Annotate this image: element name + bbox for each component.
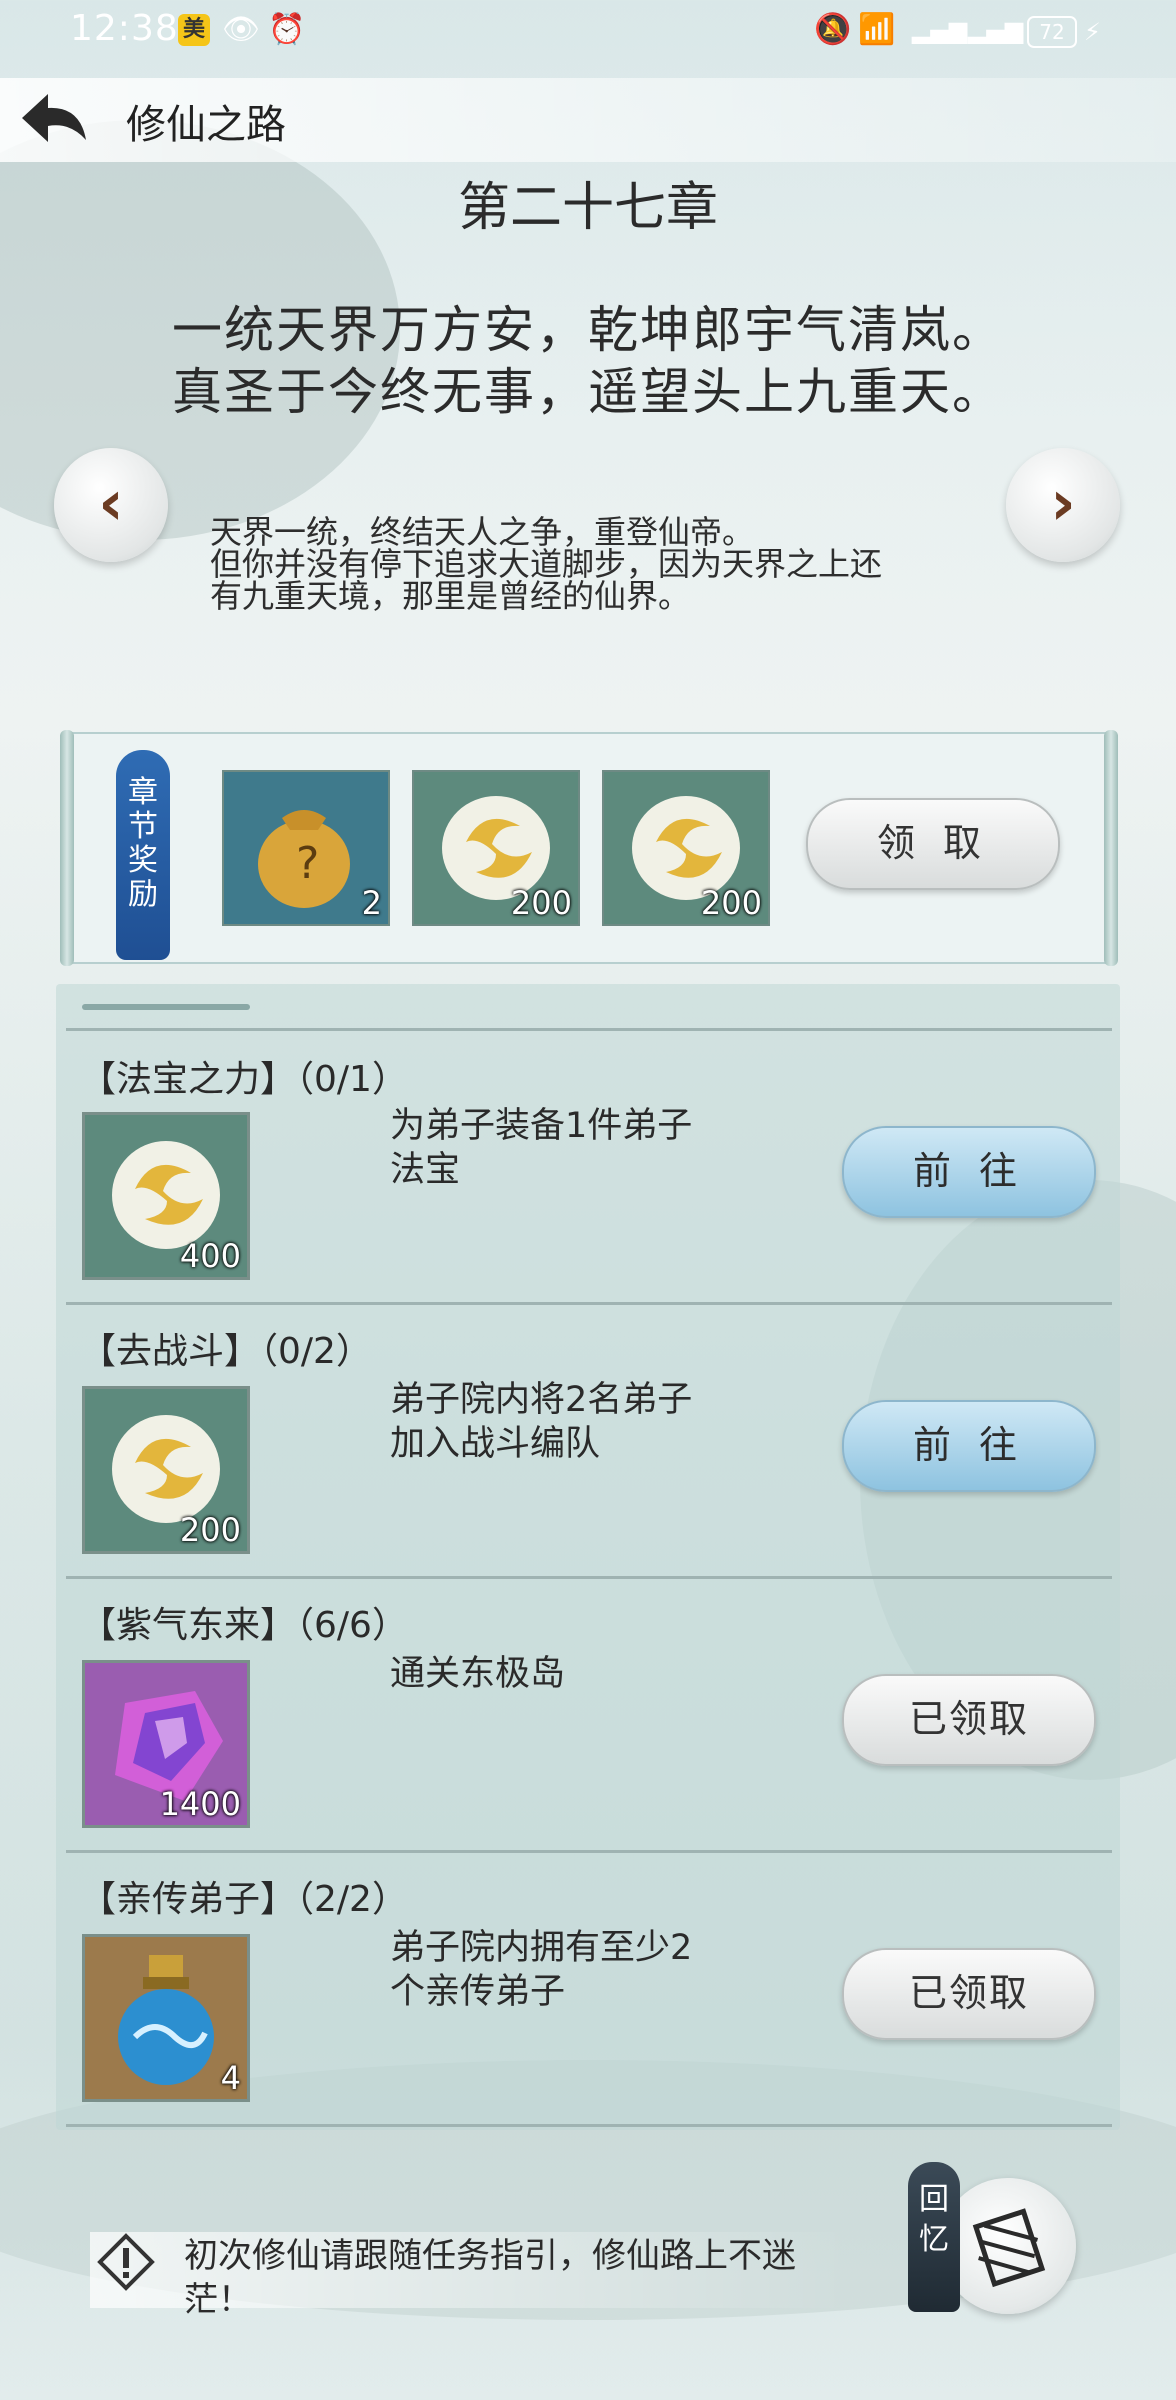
next-chapter-button[interactable]: › [1006,448,1120,562]
chapter-poem-line: 真圣于今终无事，遥望头上九重天。 [172,363,1004,421]
page-title: 修仙之路 [126,102,286,148]
divider [66,1028,1112,1031]
scroll-icon [972,2208,1046,2288]
prev-chapter-button[interactable]: ‹ [54,448,168,562]
alarm-icon: ⏰ [268,12,306,47]
tip-line: 茫！ [184,2280,252,2320]
task-description-line: 加入战斗编队 [390,1424,601,1464]
task-title: 【法宝之力】（0/1） [80,1059,408,1100]
task-title: 【亲传弟子】（2/2） [80,1879,408,1920]
task-title: 【紫气东来】（6/6） [80,1605,408,1646]
task-description: 弟子院内拥有至少2 个亲传弟子 [390,1926,790,2014]
charging-icon: ⚡ [1084,18,1101,46]
reward-count: 200 [510,884,572,922]
back-button[interactable] [14,88,92,152]
reward-item[interactable]: 200 [412,770,580,926]
task-go-button[interactable]: 前 往 [842,1400,1096,1492]
divider [66,2124,1112,2127]
task-description: 为弟子装备1件弟子 法宝 [390,1104,790,1192]
claim-chapter-reward-button[interactable]: 领 取 [806,798,1060,890]
task-description: 弟子院内将2名弟子 加入战斗编队 [390,1378,790,1466]
description-line: 但你并没有停下追求大道脚步，因为天界之上还 [210,545,883,583]
task-description: 通关东极岛 [390,1652,790,1696]
task-description-line: 弟子院内拥有至少2 [390,1928,693,1968]
chapter-reward-tag: 章节奖励 [116,750,170,960]
reward-count: 1400 [159,1785,241,1823]
task-reward-item[interactable]: 1400 [82,1660,250,1828]
wifi-icon: 📶 [858,12,896,47]
task-description-line: 个亲传弟子 [390,1972,566,2012]
divider [66,1302,1112,1305]
eye-icon: 👁 [222,12,261,47]
divider [66,1850,1112,1853]
mute-icon: 🔕 [814,12,852,47]
task-go-button[interactable]: 前 往 [842,1126,1096,1218]
status-bar: 12:38 美 👁 ⏰ 🔕 📶 ▂▄▆ ▂▄▆ 72 ⚡ [0,0,1176,62]
reward-count: 4 [220,2059,241,2097]
svg-text:?: ? [296,838,319,889]
app-badge-icon: 美 [178,14,210,46]
reward-count: 2 [361,884,382,922]
memory-tag[interactable]: 回忆 [908,2162,960,2312]
description-line: 天界一统，终结天人之争，重登仙帝。 [210,513,755,551]
chapter-description: 天界一统，终结天人之争，重登仙帝。 但你并没有停下追求大道脚步，因为天界之上还 … [210,516,990,612]
memory-button[interactable] [940,2178,1076,2314]
reward-count: 200 [179,1511,241,1549]
reward-tag-text: 章节奖励 [128,775,158,912]
task-claimed-button[interactable]: 已领取 [842,1674,1096,1766]
task-reward-item[interactable]: 400 [82,1112,250,1280]
chapter-title: 第二十七章 [457,178,718,238]
task-description-line: 法宝 [390,1150,461,1190]
warning-icon [97,2233,155,2291]
tip-text: 初次修仙请跟随任务指引，修仙路上不迷 茫！ [184,2234,864,2322]
reward-count: 400 [179,1237,241,1275]
tip-line: 初次修仙请跟随任务指引，修仙路上不迷 [184,2236,796,2276]
task-title: 【去战斗】（0/2） [80,1331,372,1372]
reward-item[interactable]: ? 2 [222,770,390,926]
back-arrow-icon [22,94,86,142]
status-time: 12:38 [70,8,179,49]
divider [66,1576,1112,1579]
task-reward-item[interactable]: 200 [82,1386,250,1554]
memory-tag-text: 回忆 [919,2182,949,2257]
battery-icon: 72 [1027,16,1077,48]
reward-item[interactable]: 200 [602,770,770,926]
task-description-line: 弟子院内将2名弟子 [390,1380,693,1420]
chevron-left-icon: ‹ [98,466,124,539]
panel-rod [1104,730,1118,966]
description-line: 有九重天境，那里是曾经的仙界。 [210,577,691,615]
reward-count: 200 [700,884,762,922]
scrollbar[interactable] [82,1004,250,1010]
task-claimed-button[interactable]: 已领取 [842,1948,1096,2040]
task-description-line: 为弟子装备1件弟子 [390,1106,693,1146]
signal-icon: ▂▄▆ [968,16,1024,44]
header-bar: 修仙之路 [0,78,1176,162]
task-reward-item[interactable]: 4 [82,1934,250,2102]
signal-icon: ▂▄▆ [912,16,968,44]
chapter-reward-panel: 章节奖励 ? 2 200 200 领 取 [60,730,1118,966]
chevron-right-icon: › [1050,466,1076,539]
task-description-line: 通关东极岛 [390,1654,566,1694]
panel-rod [60,730,74,966]
